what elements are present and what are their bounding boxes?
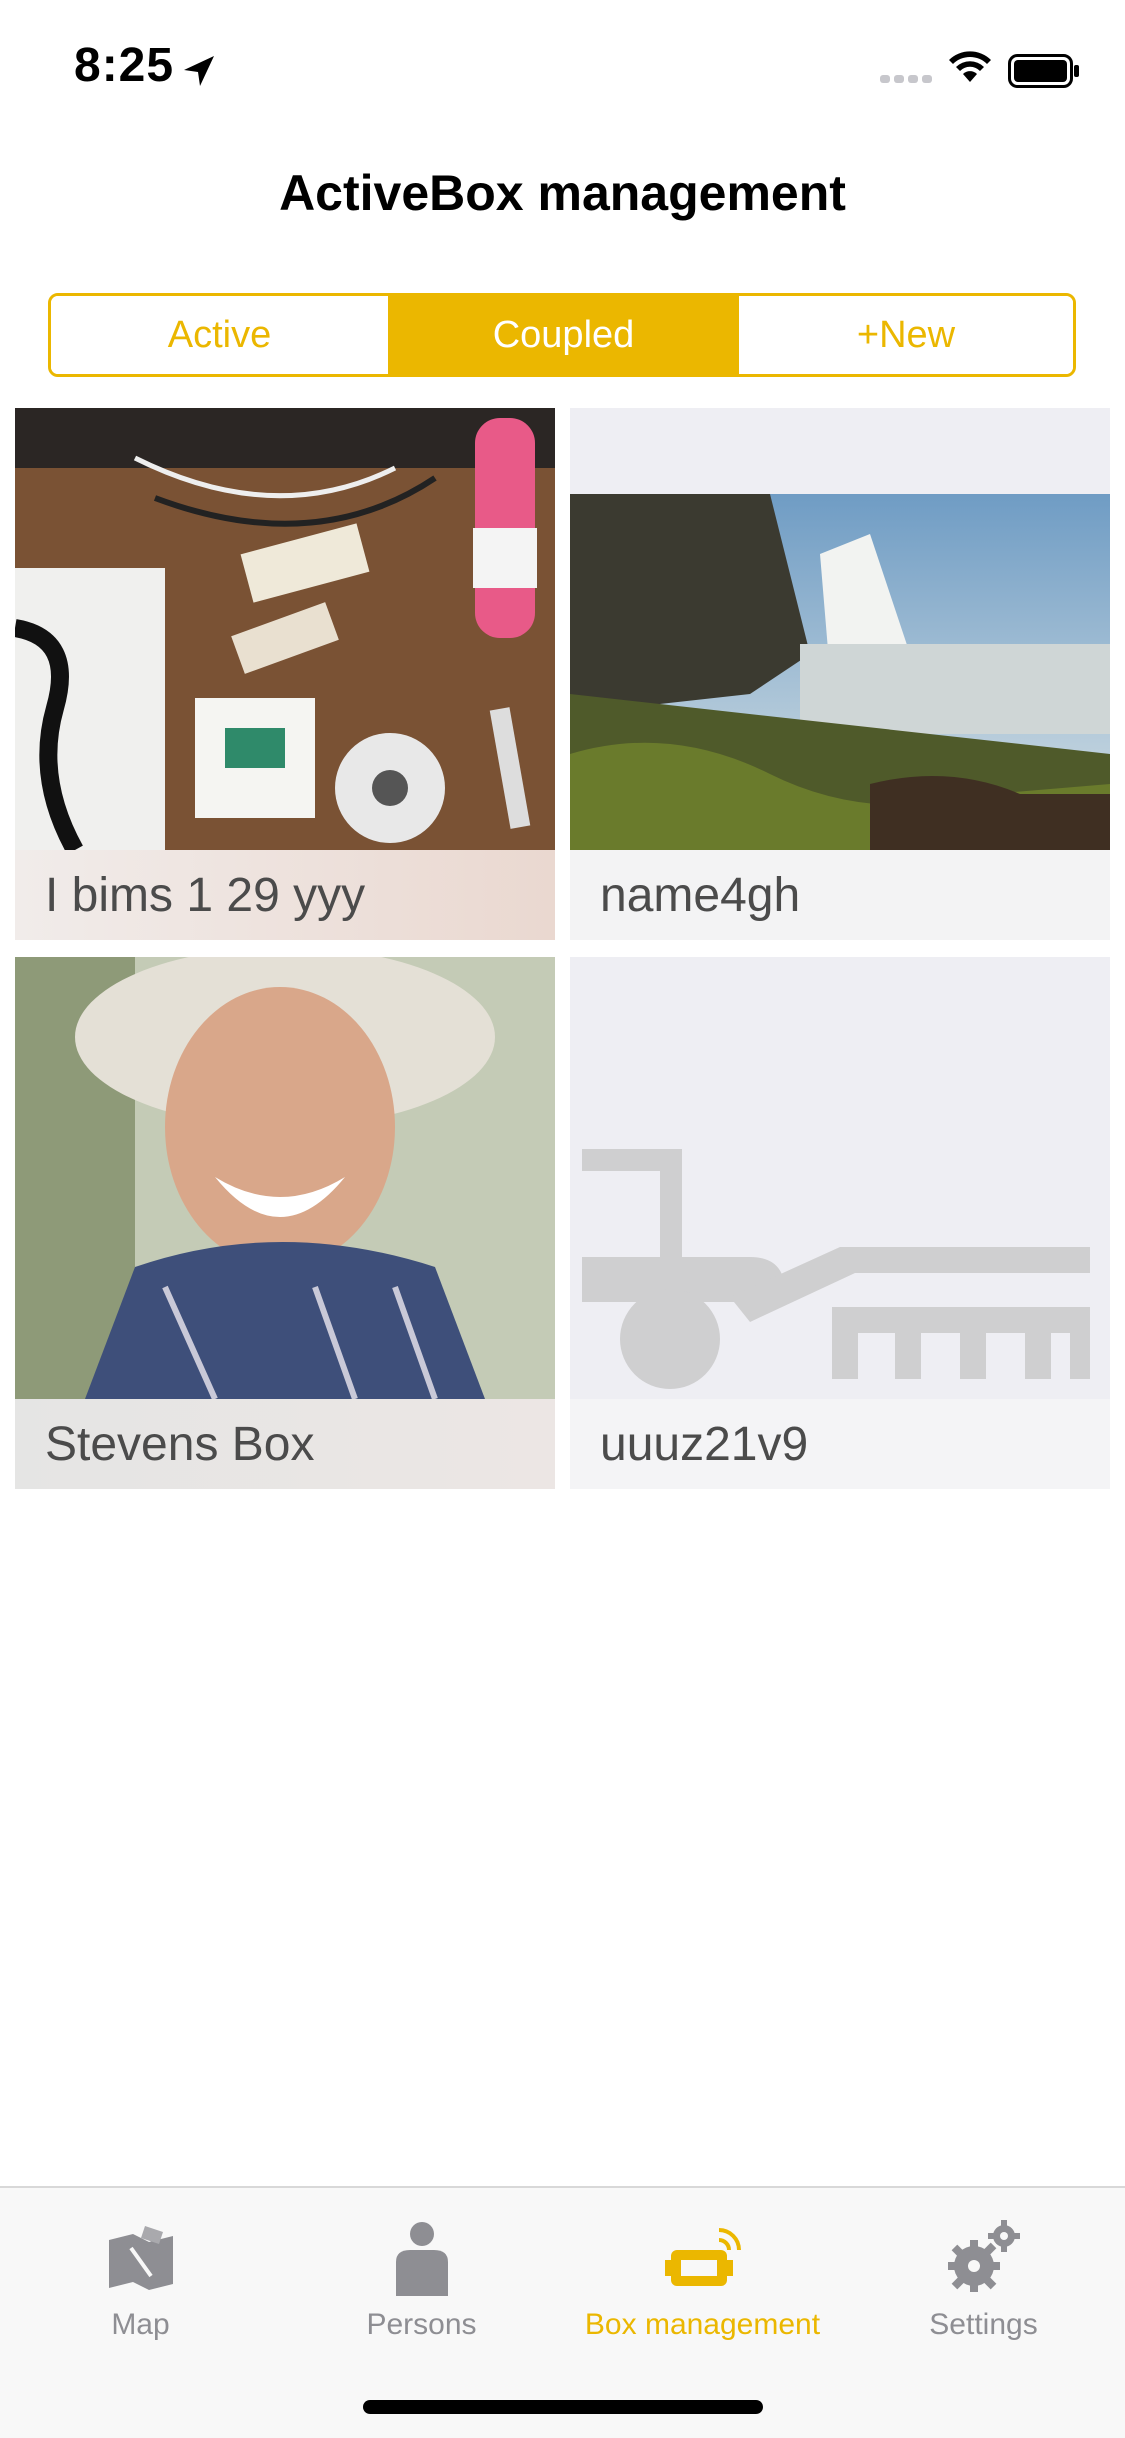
box-management-icon [664,2228,741,2286]
box-card[interactable]: Stevens Box [15,957,555,1489]
location-arrow-icon [184,56,214,86]
box-card[interactable]: uuuz21v9 [570,957,1110,1489]
tab-label: Persons [366,2308,477,2341]
battery-icon [1008,54,1079,88]
box-name: I bims 1 29 yyy [15,850,555,940]
box-name: Stevens Box [15,1399,555,1489]
gear-icon [947,2220,1020,2292]
status-bar: 8:25 [0,0,1125,132]
box-photo [15,408,555,850]
box-name: uuuz21v9 [570,1399,1110,1489]
tab-persons[interactable]: Persons [281,2206,562,2346]
tab-label: Map [111,2308,170,2341]
tab-bar: Map Persons Box management Settings [0,2186,1125,2438]
box-card[interactable]: name4gh [570,408,1110,940]
segment-new[interactable]: +New [736,296,1073,374]
signal-icon [880,75,932,83]
tab-label: Settings [929,2308,1038,2341]
box-card[interactable]: I bims 1 29 yyy [15,408,555,940]
tab-label: Box management [584,2308,821,2341]
tractor-placeholder-icon [582,1149,1090,1389]
person-icon [395,2222,448,2296]
segment-coupled[interactable]: Coupled [388,296,736,374]
tab-map[interactable]: Map [0,2206,281,2346]
tab-box-management[interactable]: Box management [562,2206,843,2346]
box-name: name4gh [570,850,1110,940]
map-icon [108,2226,173,2290]
page-title: ActiveBox management [279,165,846,221]
box-photo [15,957,555,1399]
tab-settings[interactable]: Settings [843,2206,1124,2346]
segmented-control: Active Coupled +New [48,293,1076,377]
home-indicator[interactable] [363,2400,763,2414]
status-time: 8:25 [74,39,175,92]
wifi-icon [949,51,991,82]
segment-active[interactable]: Active [51,296,388,374]
box-photo [570,494,1110,852]
